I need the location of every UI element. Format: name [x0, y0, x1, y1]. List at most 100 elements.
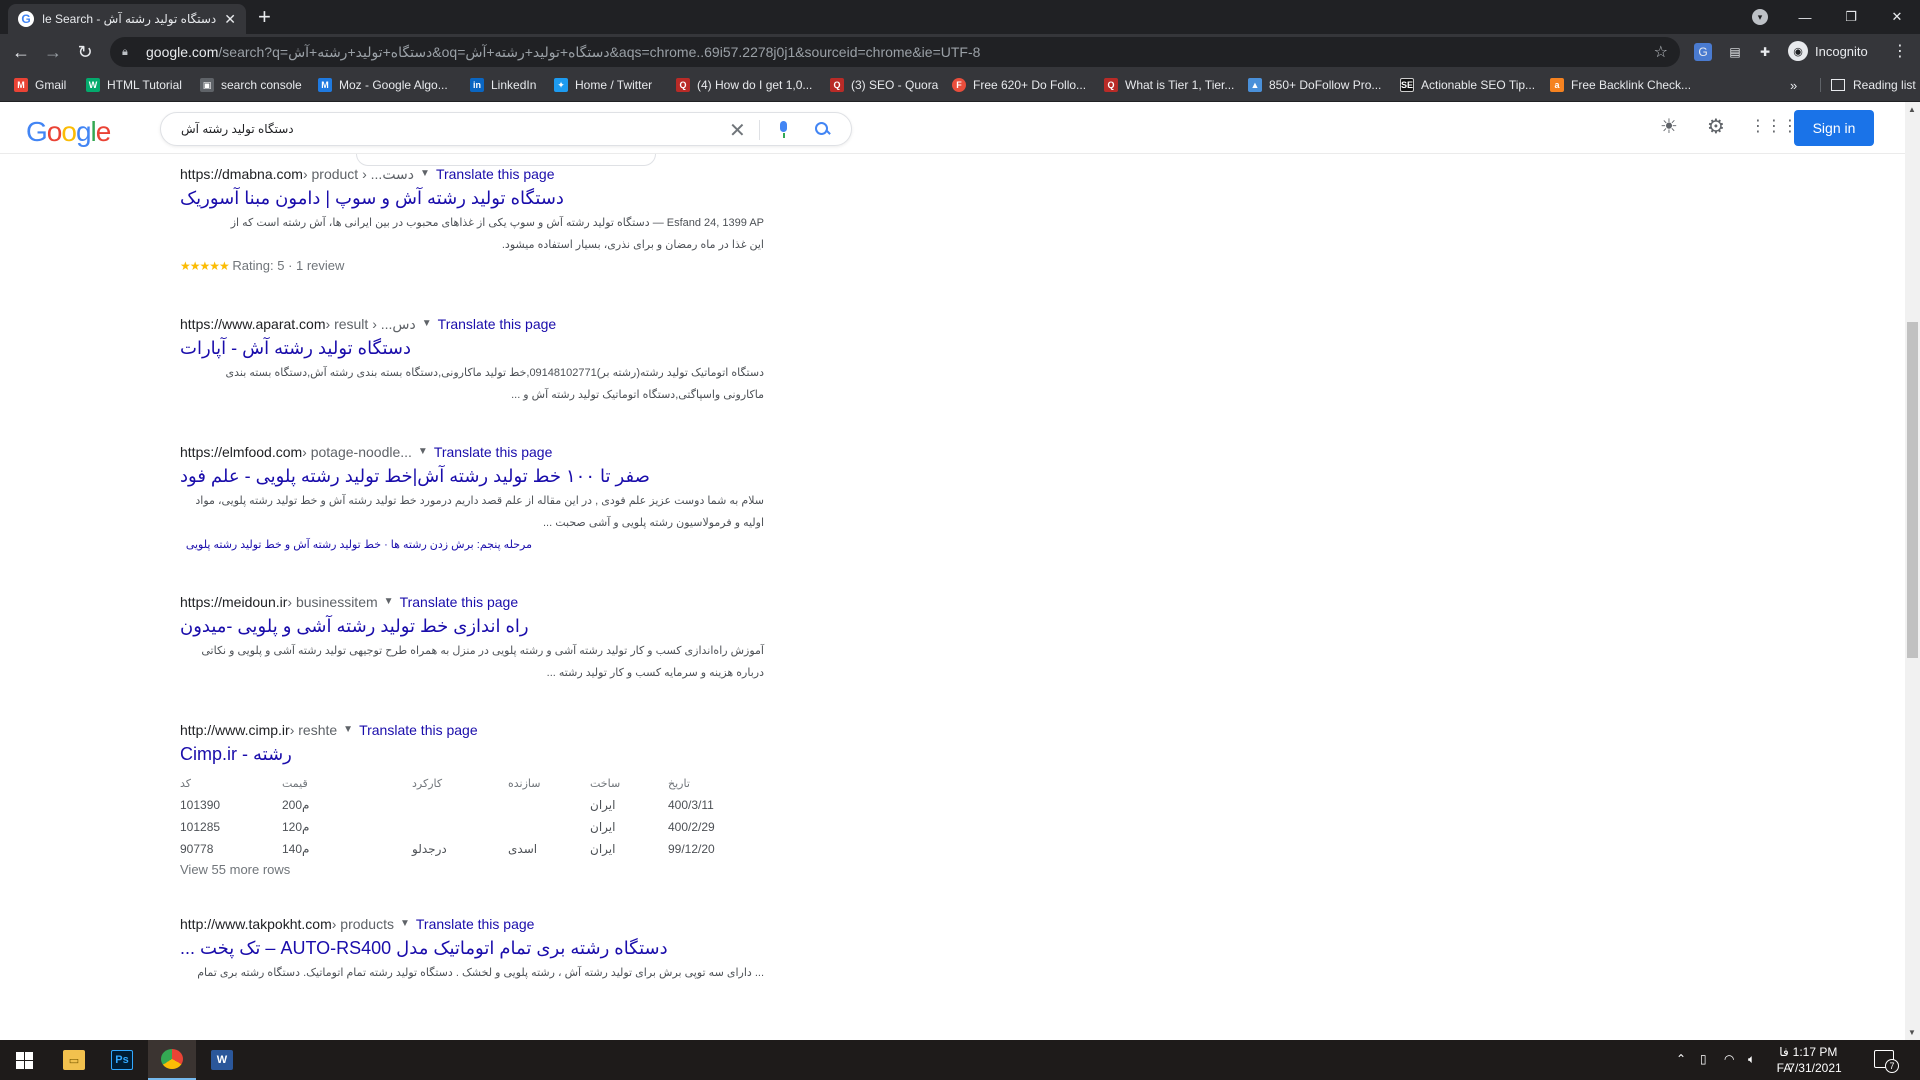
reload-button[interactable]: ↻ [74, 41, 96, 63]
translate-link[interactable]: Translate this page [400, 592, 519, 612]
bookmark-item[interactable]: W HTML Tutorial [86, 78, 182, 92]
translate-link[interactable]: Translate this page [434, 442, 553, 462]
windows-taskbar: ▭ Ps W ⌃ ▯ ◠ 🔈︎ فا FA 1:17 PM 7/31/2021 7 [0, 1040, 1920, 1080]
result-url[interactable]: https://www.aparat.com › result › ...دس ▼… [180, 314, 780, 334]
result-url[interactable]: https://elmfood.com › potage-noodle... ▼ T… [180, 442, 780, 462]
bookmark-item[interactable]: M Moz - Google Algo... [318, 78, 448, 92]
translate-link[interactable]: Translate this page [436, 164, 555, 184]
notifications-icon[interactable]: 7 [1874, 1050, 1899, 1073]
back-button[interactable]: ← [10, 41, 32, 63]
volume-mute-icon[interactable]: 🔈︎ [1748, 1052, 1755, 1067]
minimize-button[interactable]: — [1782, 0, 1828, 34]
bookmark-item[interactable]: M Gmail [14, 78, 66, 92]
result-title[interactable]: دستگاه رشته بری تمام اتوماتیک مدل AUTO-R… [180, 934, 780, 962]
dropdown-arrow-icon[interactable]: ▼ [400, 914, 410, 934]
chrome-menu-icon[interactable]: ⋮ [1892, 41, 1908, 61]
linkedin-icon: in [470, 78, 484, 92]
taskbar-clock[interactable]: 1:17 PM 7/31/2021 [1780, 1044, 1850, 1076]
chrome-icon [161, 1049, 183, 1069]
result-sitelinks[interactable]: مرحله پنجم: برش زدن رشته ها · خط تولید ر… [180, 534, 532, 556]
result-title[interactable]: صفر تا ۱۰۰ خط تولید رشته آش|خط تولید رشت… [180, 462, 780, 490]
tab-strip: G دستگاه تولید رشته آش - Google Search ✕… [0, 0, 1920, 34]
result-title[interactable]: رشته - Cimp.ir [180, 740, 780, 768]
reading-list-button[interactable]: Reading list [1820, 78, 1916, 92]
google-apps-icon[interactable]: ⋮⋮⋮ [1750, 116, 1798, 138]
dropdown-arrow-icon[interactable]: ▼ [420, 164, 430, 184]
sign-in-button[interactable]: Sign in [1794, 110, 1874, 146]
bookmark-item[interactable]: ▣ search console [200, 78, 302, 92]
result-url[interactable]: https://dmabna.com › product › ...دست ▼ Tr… [180, 164, 780, 184]
result-snippet: Esfand 24, 1399 AP — دستگاه تولید رشته آ… [230, 217, 764, 251]
battery-icon[interactable]: ▯ [1700, 1052, 1707, 1066]
result-title[interactable]: دستگاه تولید رشته آش - آپارات [180, 334, 780, 362]
dropdown-arrow-icon[interactable]: ▼ [384, 592, 394, 612]
bookmark-item[interactable]: ▲ 850+ DoFollow Pro... [1248, 78, 1381, 92]
taskbar-word[interactable]: W [198, 1040, 246, 1080]
dropdown-arrow-icon[interactable]: ▼ [418, 442, 428, 462]
scrollbar-thumb[interactable] [1907, 322, 1918, 658]
settings-gear-icon[interactable]: ⚙ [1705, 116, 1727, 138]
bookmark-item[interactable]: F Free 620+ Do Follo... [952, 78, 1086, 92]
result-title[interactable]: دستگاه تولید رشته آش و سوپ | دامون مبنا … [180, 184, 780, 212]
bookmark-item[interactable]: Q (3) SEO - Quora [830, 78, 938, 92]
bookmark-item[interactable]: ✦ Home / Twitter [554, 78, 652, 92]
search-input[interactable]: دستگاه تولید رشته آش [181, 122, 294, 136]
google-logo[interactable]: Google [26, 116, 111, 148]
wifi-icon[interactable]: ◠ [1724, 1052, 1734, 1066]
translate-extension-icon[interactable]: G [1694, 43, 1712, 61]
bookmark-item[interactable]: Q (4) How do I get 1,0... [676, 78, 812, 92]
restore-button[interactable]: ❐ [1828, 0, 1874, 34]
bookmark-item[interactable]: Q What is Tier 1, Tier... [1104, 78, 1234, 92]
scroll-down-icon[interactable]: ▼ [1908, 1028, 1916, 1037]
bookmark-item[interactable]: SE Actionable SEO Tip... [1400, 78, 1535, 92]
address-url[interactable]: google.com/search?q=دستگاه+تولید+رشته+آش… [146, 44, 1654, 61]
clear-search-icon[interactable]: ✕ [729, 118, 746, 143]
table-header: کارکرد [412, 777, 443, 790]
search-box[interactable]: دستگاه تولید رشته آش ✕ [160, 112, 852, 146]
address-bar[interactable]: 🔒︎ google.com/search?q=دستگاه+تولید+رشته… [110, 37, 1680, 67]
result-url[interactable]: http://www.cimp.ir › reshte ▼ Translate th… [180, 720, 780, 740]
bookmark-item[interactable]: a Free Backlink Check... [1550, 78, 1691, 92]
profile-incognito[interactable]: ◉ Incognito [1788, 41, 1868, 61]
result-snippet: دستگاه اتوماتیک تولید رشته(رشته بر)09148… [225, 367, 765, 401]
bookmark-star-icon[interactable]: ☆ [1654, 42, 1668, 62]
view-more-rows-link[interactable]: View 55 more rows [180, 860, 780, 880]
dropdown-arrow-icon[interactable]: ▼ [422, 314, 432, 334]
bookmarks-overflow-button[interactable]: » [1790, 78, 1797, 93]
translate-link[interactable]: Translate this page [438, 314, 557, 334]
taskbar-chrome[interactable] [148, 1040, 196, 1080]
tab-close-icon[interactable]: ✕ [224, 11, 236, 28]
translate-link[interactable]: Translate this page [416, 914, 535, 934]
close-window-button[interactable]: ✕ [1874, 0, 1920, 34]
search-icon[interactable] [813, 120, 833, 140]
extensions-puzzle-icon[interactable]: ✚ [1756, 43, 1774, 61]
show-hidden-icons[interactable]: ⌃ [1676, 1052, 1686, 1066]
twitter-icon: ✦ [554, 78, 568, 92]
taskbar-file-explorer[interactable]: ▭ [50, 1040, 98, 1080]
table-header-row: کد قیمت کارکرد سازنده ساخت تاریخ [180, 772, 748, 794]
folder-icon: ▭ [63, 1050, 85, 1070]
taskbar-photoshop[interactable]: Ps [98, 1040, 146, 1080]
translate-link[interactable]: Translate this page [359, 720, 478, 740]
result-title[interactable]: راه اندازی خط تولید رشته آشی و پلویی -می… [180, 612, 780, 640]
tab-google-search[interactable]: G دستگاه تولید رشته آش - Google Search ✕ [8, 4, 246, 34]
tab-search-icon[interactable]: ▾ [1752, 9, 1768, 25]
dropdown-arrow-icon[interactable]: ▼ [343, 720, 353, 740]
result-url[interactable]: https://meidoun.ir › businessitem ▼ Transl… [180, 592, 780, 612]
forward-button[interactable]: → [42, 41, 64, 63]
word-icon: W [211, 1050, 233, 1070]
result-url[interactable]: http://www.takpokht.com › products ▼ Trans… [180, 914, 780, 934]
bookmark-item[interactable]: in LinkedIn [470, 78, 536, 92]
extension-icon[interactable]: ▤ [1726, 43, 1744, 61]
voice-search-icon[interactable] [775, 119, 793, 139]
photoshop-icon: Ps [111, 1050, 133, 1070]
bookmarks-bar: M Gmail W HTML Tutorial ▣ search console MM… [0, 70, 1920, 102]
start-button[interactable] [0, 1040, 48, 1080]
new-tab-button[interactable]: + [258, 6, 271, 28]
page-scrollbar[interactable]: ▲ ▼ [1905, 102, 1920, 1040]
search-divider [759, 120, 760, 140]
lock-icon[interactable]: 🔒︎ [122, 46, 132, 58]
result-rating: ★★★★★ Rating: 5 · 1 review [180, 258, 345, 273]
scroll-up-icon[interactable]: ▲ [1908, 105, 1916, 114]
theme-sun-icon[interactable]: ☀ [1658, 116, 1680, 138]
